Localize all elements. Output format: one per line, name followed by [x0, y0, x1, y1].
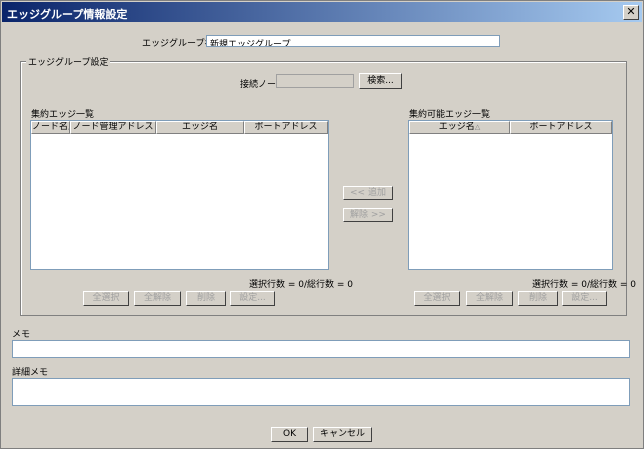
available-delete-button[interactable]: 削除: [518, 291, 558, 306]
aggregated-settings-button[interactable]: 設定...: [230, 291, 275, 306]
memo-input[interactable]: [12, 340, 630, 358]
available-settings-button[interactable]: 設定...: [562, 291, 607, 306]
aggregated-list-title: 集約エッジ一覧: [31, 110, 95, 120]
detail-memo-label: 詳細メモ: [12, 368, 49, 378]
column-node-name[interactable]: ノード名△: [31, 121, 70, 134]
available-deselect-all-button[interactable]: 全解除: [466, 291, 513, 306]
close-icon: ✕: [626, 5, 636, 18]
available-table-header: エッジ名△ ポートアドレス: [409, 121, 612, 134]
aggregated-status: 選択行数 = 0/総行数 = 0: [249, 280, 354, 290]
add-button[interactable]: << 追加: [343, 186, 393, 200]
column-edge-name[interactable]: エッジ名: [156, 121, 244, 134]
column-edge-name[interactable]: エッジ名△: [409, 121, 510, 134]
group-settings-legend: エッジグループ設定: [26, 55, 111, 68]
detail-memo-textarea[interactable]: [12, 378, 630, 406]
column-node-address[interactable]: ノード管理アドレス: [70, 121, 156, 134]
column-port-address[interactable]: ポートアドレス: [244, 121, 328, 134]
aggregated-table-header: ノード名△ ノード管理アドレス エッジ名 ポートアドレス: [31, 121, 328, 134]
column-port-address[interactable]: ポートアドレス: [510, 121, 612, 134]
title-bar[interactable]: エッジグループ情報設定 ✕: [2, 2, 642, 22]
search-button[interactable]: 検索...: [359, 73, 402, 89]
available-table[interactable]: エッジ名△ ポートアドレス: [408, 120, 613, 270]
available-status: 選択行数 = 0/総行数 = 0: [532, 280, 637, 290]
window-title: エッジグループ情報設定: [7, 8, 128, 21]
cancel-button[interactable]: キャンセル: [313, 427, 372, 442]
group-name-input[interactable]: 新規エッジグループ: [206, 35, 500, 47]
aggregated-delete-button[interactable]: 削除: [186, 291, 226, 306]
connect-node-field: [276, 74, 354, 88]
ok-button[interactable]: OK: [271, 427, 308, 442]
sort-asc-icon: △: [474, 123, 481, 131]
close-button[interactable]: ✕: [623, 5, 639, 20]
available-list-title: 集約可能エッジ一覧: [409, 110, 491, 120]
aggregated-select-all-button[interactable]: 全選択: [83, 291, 129, 306]
aggregated-table[interactable]: ノード名△ ノード管理アドレス エッジ名 ポートアドレス: [30, 120, 329, 270]
aggregated-deselect-all-button[interactable]: 全解除: [134, 291, 181, 306]
group-name-label: エッジグループ名: [142, 39, 214, 49]
available-select-all-button[interactable]: 全選択: [414, 291, 460, 306]
remove-button[interactable]: 解除 >>: [343, 208, 393, 222]
memo-label: メモ: [12, 330, 31, 340]
